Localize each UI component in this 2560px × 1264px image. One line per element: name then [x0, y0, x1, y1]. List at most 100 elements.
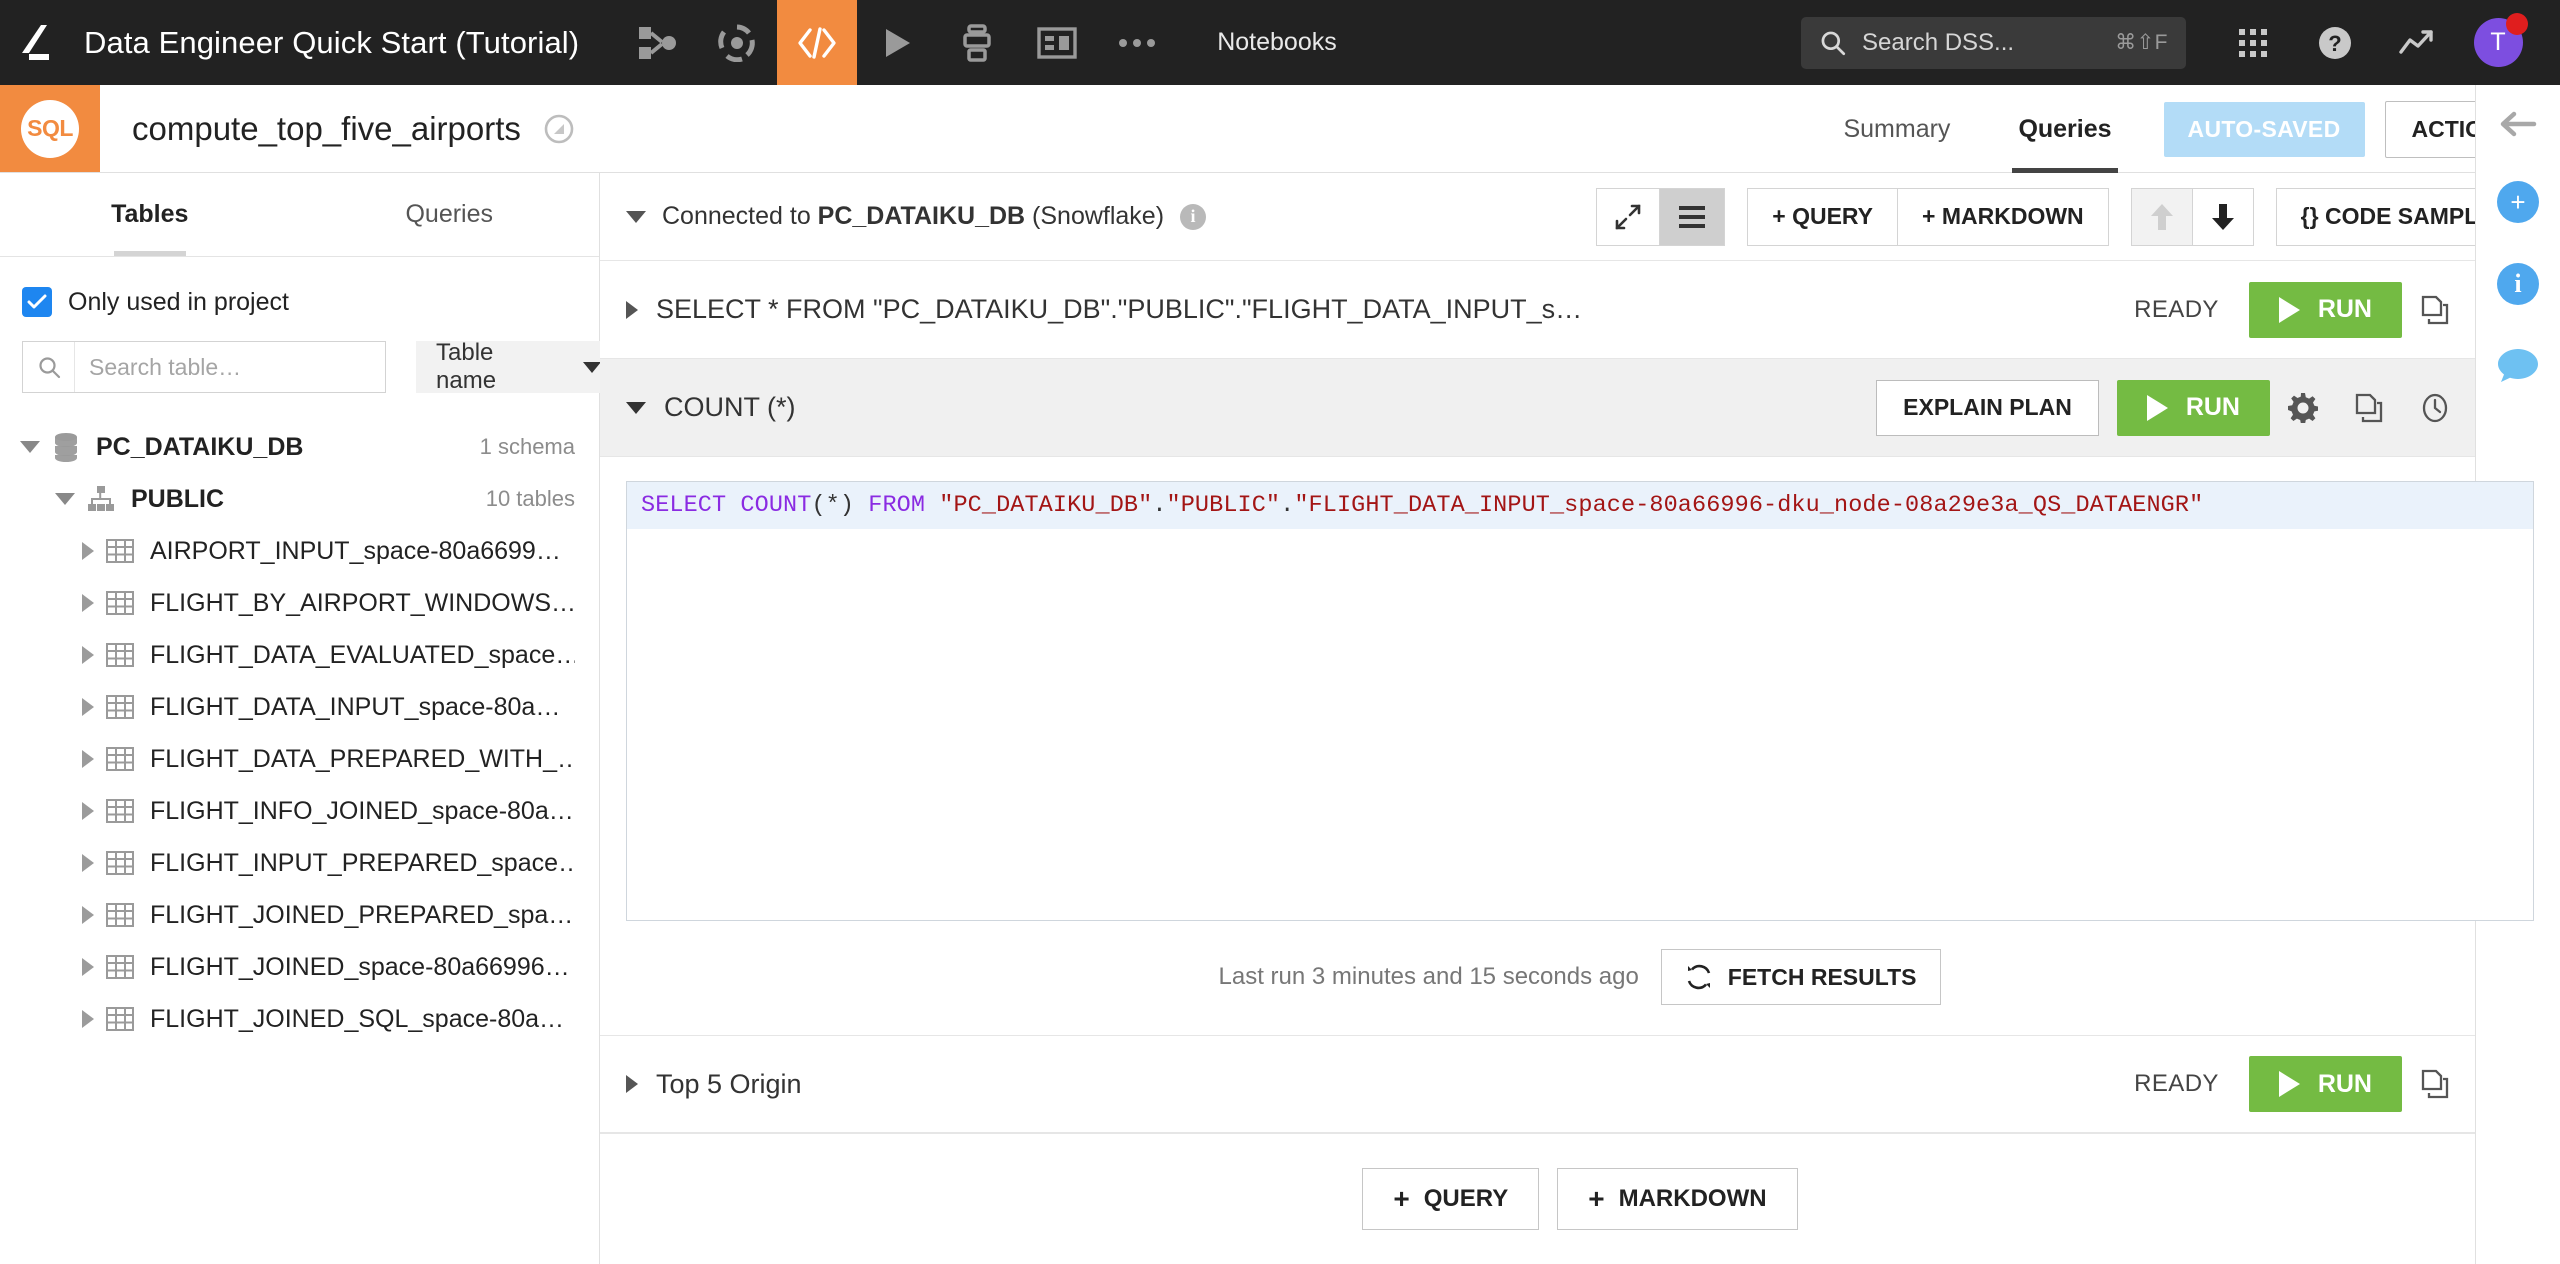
- run-button[interactable]: RUN: [2248, 1056, 2402, 1112]
- tree-node-table[interactable]: FLIGHT_JOINED_space-80a66996…: [0, 941, 599, 993]
- chevron-right-icon[interactable]: [626, 1075, 638, 1093]
- tree-node-table[interactable]: FLIGHT_INFO_JOINED_space-80a…: [0, 785, 599, 837]
- lab-icon[interactable]: [697, 0, 777, 85]
- chevron-down-icon[interactable]: [626, 210, 646, 223]
- search-table-field[interactable]: [22, 341, 386, 393]
- plus-icon[interactable]: +: [2497, 181, 2539, 223]
- expand-view-button[interactable]: [1597, 188, 1661, 245]
- global-search-placeholder: Search DSS...: [1862, 28, 2015, 56]
- chevron-right-icon[interactable]: [82, 1010, 94, 1028]
- sql-editor[interactable]: SELECT COUNT(*) FROM "PC_DATAIKU_DB"."PU…: [626, 481, 2534, 921]
- query-cell-title: COUNT (*): [664, 392, 796, 422]
- footer-add-query-button[interactable]: + QUERY: [1362, 1168, 1540, 1230]
- table-name: FLIGHT_DATA_PREPARED_WITH_…: [150, 744, 575, 773]
- duplicate-icon[interactable]: [2336, 380, 2402, 436]
- run-button[interactable]: RUN: [2116, 379, 2270, 436]
- move-down-button[interactable]: [2192, 188, 2253, 245]
- settings-gear-icon[interactable]: [2270, 380, 2336, 436]
- move-up-button[interactable]: [2131, 188, 2193, 245]
- run-button[interactable]: RUN: [2248, 281, 2402, 338]
- fetch-results-button[interactable]: FETCH RESULTS: [1660, 949, 1942, 1005]
- trending-icon[interactable]: [2376, 0, 2458, 85]
- section-label[interactable]: Notebooks: [1217, 28, 1337, 57]
- flow-icon[interactable]: [617, 0, 697, 85]
- chevron-right-icon[interactable]: [82, 698, 94, 716]
- tree-node-database[interactable]: PC_DATAIKU_DB 1 schema: [0, 421, 599, 473]
- chevron-right-icon[interactable]: [82, 594, 94, 612]
- notebook-name[interactable]: compute_top_five_airports: [132, 110, 521, 148]
- chevron-right-icon[interactable]: [82, 854, 94, 872]
- only-used-in-project-row[interactable]: Only used in project: [0, 257, 599, 337]
- chevron-right-icon[interactable]: [82, 802, 94, 820]
- table-list: AIRPORT_INPUT_space-80a6699… FLIGHT_BY_AI…: [0, 525, 599, 1045]
- database-icon: [52, 432, 80, 462]
- query-cell-header[interactable]: SELECT * FROM "PC_DATAIKU_DB"."PUBLIC"."…: [600, 261, 2560, 359]
- jobs-icon[interactable]: [937, 0, 1017, 85]
- connection-label: Connected to PC_DATAIKU_DB (Snowflake): [662, 202, 1164, 231]
- chevron-down-icon[interactable]: [20, 441, 40, 453]
- history-clock-icon[interactable]: [2402, 380, 2468, 436]
- query-cell-header[interactable]: COUNT (*) EXPLAIN PLAN RUN: [600, 359, 2560, 457]
- collapse-left-arrow-icon[interactable]: [2498, 107, 2538, 141]
- connection-prefix: Connected to: [662, 202, 818, 230]
- info-icon[interactable]: i: [1180, 203, 1207, 230]
- user-avatar-wrapper[interactable]: T: [2458, 0, 2538, 85]
- sql-token: FROM: [868, 492, 926, 519]
- tree-node-table[interactable]: FLIGHT_INPUT_PREPARED_space…: [0, 837, 599, 889]
- tree-node-schema[interactable]: PUBLIC 10 tables: [0, 473, 599, 525]
- chevron-right-icon[interactable]: [82, 542, 94, 560]
- sort-by-select[interactable]: Table name: [416, 339, 621, 394]
- tab-queries[interactable]: Queries: [1984, 85, 2145, 173]
- tab-summary[interactable]: Summary: [1809, 85, 1984, 173]
- explain-plan-button[interactable]: EXPLAIN PLAN: [1876, 379, 2099, 436]
- global-search-box[interactable]: Search DSS... ⌘⇧F: [1801, 16, 2186, 69]
- tree-node-table[interactable]: FLIGHT_DATA_INPUT_space-80a…: [0, 681, 599, 733]
- notebook-shortcut-icon[interactable]: [543, 113, 575, 145]
- tree-node-table[interactable]: AIRPORT_INPUT_space-80a6699…: [0, 525, 599, 577]
- sql-code-line[interactable]: SELECT COUNT(*) FROM "PC_DATAIKU_DB"."PU…: [627, 482, 2533, 529]
- add-query-button[interactable]: + QUERY: [1748, 188, 1899, 245]
- query-cell-header[interactable]: Top 5 Origin READY RUN: [600, 1035, 2560, 1133]
- duplicate-icon[interactable]: [2402, 1056, 2468, 1112]
- chevron-down-icon[interactable]: [626, 401, 646, 414]
- footer-add-markdown-button[interactable]: + MARKDOWN: [1557, 1168, 1798, 1230]
- run-icon[interactable]: [857, 0, 937, 85]
- tree-node-table[interactable]: FLIGHT_JOINED_SQL_space-80a…: [0, 993, 599, 1045]
- dashboard-icon[interactable]: [1017, 0, 1097, 85]
- help-icon[interactable]: ?: [2294, 0, 2376, 85]
- sql-token: .: [1152, 492, 1167, 519]
- info-icon[interactable]: i: [2497, 263, 2539, 305]
- apps-grid-icon[interactable]: [2212, 0, 2294, 85]
- details-info-icon[interactable]: i: [2497, 263, 2539, 305]
- table-name: FLIGHT_INPUT_PREPARED_space…: [150, 848, 575, 877]
- tree-node-table[interactable]: FLIGHT_BY_AIRPORT_WINDOWS…: [0, 577, 599, 629]
- dataiku-logo-icon[interactable]: [0, 23, 80, 63]
- project-title[interactable]: Data Engineer Quick Start (Tutorial): [84, 25, 579, 61]
- only-used-label: Only used in project: [68, 287, 289, 316]
- sidebar-tab-tables[interactable]: Tables: [0, 173, 300, 256]
- tree-node-table[interactable]: FLIGHT_DATA_EVALUATED_space…: [0, 629, 599, 681]
- run-button-label: RUN: [2185, 393, 2240, 421]
- connection-db-name: PC_DATAIKU_DB: [817, 202, 1026, 230]
- search-icon: [1819, 29, 1846, 56]
- search-table-input[interactable]: [75, 353, 385, 381]
- chevron-right-icon[interactable]: [82, 646, 94, 664]
- top-nav-right-group: Search DSS... ⌘⇧F ? T: [1801, 0, 2560, 85]
- code-icon[interactable]: [777, 0, 858, 85]
- discussions-icon[interactable]: [2496, 345, 2540, 387]
- chevron-right-icon[interactable]: [82, 958, 94, 976]
- add-insight-icon[interactable]: +: [2497, 181, 2539, 223]
- chevron-down-icon[interactable]: [55, 493, 75, 505]
- chevron-right-icon[interactable]: [82, 750, 94, 768]
- table-name: FLIGHT_INFO_JOINED_space-80a…: [150, 796, 574, 825]
- duplicate-icon[interactable]: [2402, 282, 2468, 338]
- list-view-button[interactable]: [1660, 188, 1725, 245]
- more-icon[interactable]: [1097, 0, 1177, 85]
- chevron-right-icon[interactable]: [626, 300, 638, 319]
- tree-node-table[interactable]: FLIGHT_DATA_PREPARED_WITH_…: [0, 733, 599, 785]
- only-used-checkbox[interactable]: [22, 287, 52, 317]
- sidebar-tab-queries[interactable]: Queries: [300, 173, 600, 256]
- add-markdown-button[interactable]: + MARKDOWN: [1898, 188, 2108, 245]
- tree-node-table[interactable]: FLIGHT_JOINED_PREPARED_spa…: [0, 889, 599, 941]
- chevron-right-icon[interactable]: [82, 906, 94, 924]
